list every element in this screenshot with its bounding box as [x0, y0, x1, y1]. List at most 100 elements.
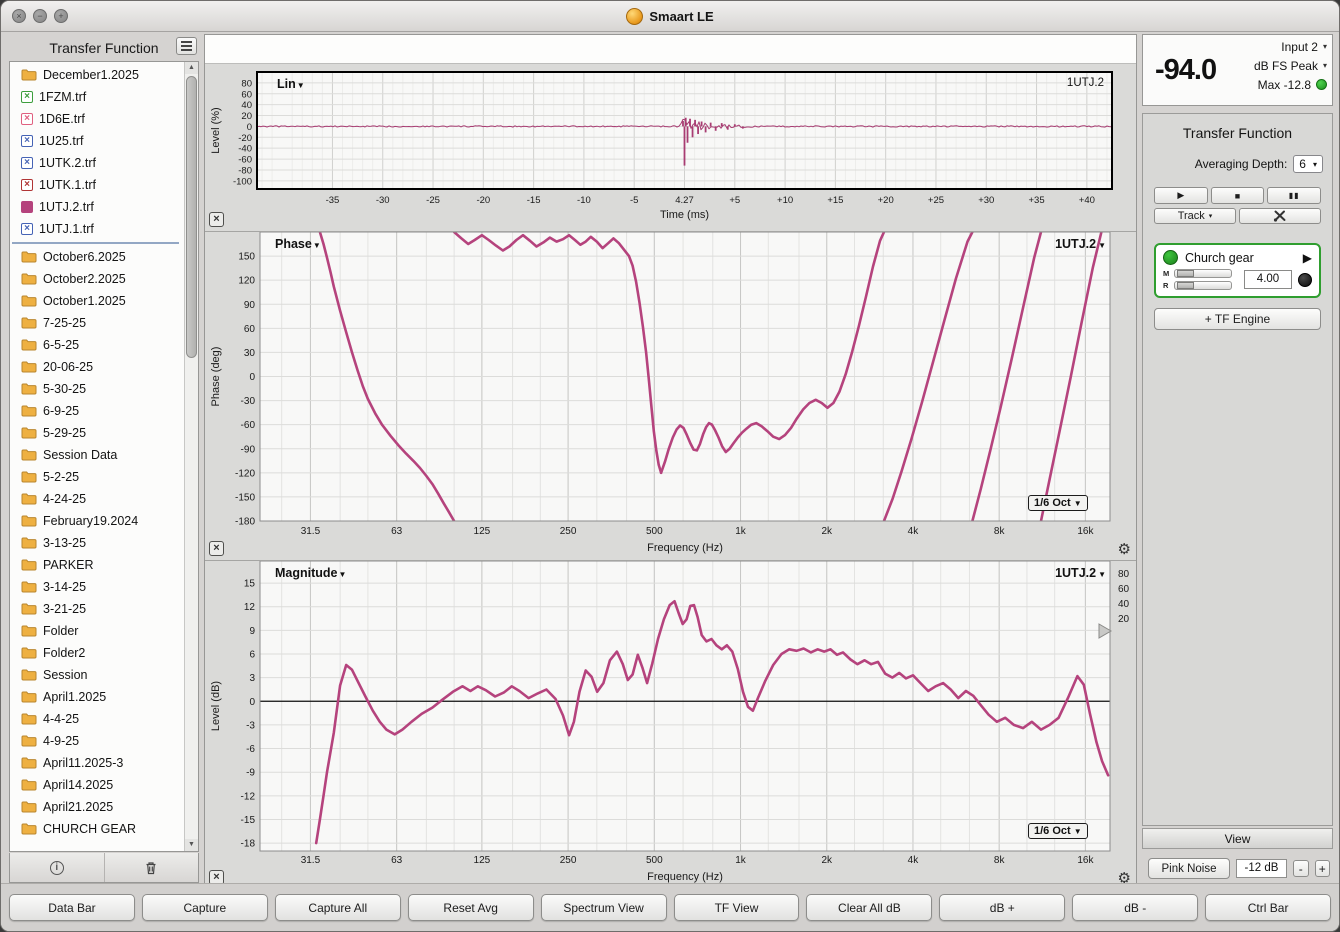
folder-item[interactable]: February19.2024 [10, 510, 183, 532]
toolbar-clear-all-db[interactable]: Clear All dB [806, 894, 932, 921]
folder-item[interactable]: October2.2025 [10, 268, 183, 290]
folder-item[interactable]: 4-9-25 [10, 730, 183, 752]
scroll-down-icon[interactable]: ▼ [185, 839, 198, 851]
level-increase-button[interactable]: + [1315, 860, 1331, 877]
impulse-type-menu[interactable]: Lin▼ [277, 77, 305, 91]
titlebar[interactable]: × − + Smaart LE [1, 1, 1339, 32]
list-item-label: 1UTJ.1.trf [39, 222, 94, 236]
folder-icon [21, 647, 37, 659]
file-item[interactable]: ×1UTK.2.trf [10, 152, 183, 174]
svg-text:+10: +10 [777, 195, 793, 206]
level-decrease-button[interactable]: - [1293, 860, 1309, 877]
pink-noise-button[interactable]: Pink Noise [1148, 858, 1230, 879]
folder-item[interactable]: Session Data [10, 444, 183, 466]
folder-item[interactable]: Folder2 [10, 642, 183, 664]
toolbar-capture[interactable]: Capture [142, 894, 268, 921]
folder-item[interactable]: PARKER [10, 554, 183, 576]
toolbar-tf-view[interactable]: TF View [674, 894, 800, 921]
folder-item[interactable]: CHURCH GEAR [10, 818, 183, 840]
tools-button[interactable] [1239, 208, 1321, 224]
file-item[interactable]: ×1UTK.1.trf [10, 174, 183, 196]
info-button[interactable]: i [10, 853, 104, 882]
slider-thumb[interactable] [1177, 282, 1194, 289]
phase-type-menu[interactable]: Phase▼ [275, 237, 321, 251]
folder-item[interactable]: 5-30-25 [10, 378, 183, 400]
folder-item[interactable]: Session [10, 664, 183, 686]
folder-item[interactable]: Folder [10, 620, 183, 642]
toolbar-data-bar[interactable]: Data Bar [9, 894, 135, 921]
file-item[interactable]: ×1D6E.trf [10, 108, 183, 130]
add-tf-engine-button[interactable]: + TF Engine [1154, 308, 1321, 330]
folder-item[interactable]: 3-21-25 [10, 598, 183, 620]
folder-icon [21, 735, 37, 747]
folder-item[interactable]: 5-29-25 [10, 422, 183, 444]
averaging-depth-select[interactable]: 6▾ [1293, 155, 1323, 173]
engine-play-button[interactable]: ▶ [1303, 251, 1312, 265]
phase-smoothing-menu[interactable]: 1/6 Oct▼ [1028, 495, 1088, 511]
magnitude-chart[interactable]: 31.5631252505001k2k4k8k16k15129630-3-6-9… [205, 561, 1138, 888]
engine-delay-input[interactable]: 4.00 [1244, 270, 1292, 289]
folder-item[interactable]: April11.2025-3 [10, 752, 183, 774]
file-list-menu-button[interactable] [176, 37, 197, 55]
toolbar-spectrum-view[interactable]: Spectrum View [541, 894, 667, 921]
folder-item[interactable]: 5-2-25 [10, 466, 183, 488]
list-menu-icon [181, 45, 192, 47]
file-list-scrollbar[interactable]: ▲ ▼ [184, 62, 198, 851]
reference-slider[interactable] [1174, 281, 1232, 290]
toolbar-db-[interactable]: dB + [939, 894, 1065, 921]
toolbar-db-[interactable]: dB - [1072, 894, 1198, 921]
folder-item[interactable]: 20-06-25 [10, 356, 183, 378]
list-item-label: 1FZM.trf [39, 90, 86, 104]
folder-item[interactable]: 4-24-25 [10, 488, 183, 510]
file-item[interactable]: ×1FZM.trf [10, 86, 183, 108]
engine-mute-button[interactable] [1298, 273, 1312, 287]
meter-scale-select[interactable]: dB FS Peak▾ [1254, 58, 1327, 73]
file-item[interactable]: ×1UTJ.1.trf [10, 218, 183, 240]
tf-engine-card[interactable]: Church gear ▶ M R 4.00 [1154, 243, 1321, 298]
delete-button[interactable] [105, 853, 199, 882]
svg-text:-12: -12 [241, 791, 256, 802]
folder-item[interactable]: April14.2025 [10, 774, 183, 796]
folder-item[interactable]: 3-14-25 [10, 576, 183, 598]
toolbar-reset-avg[interactable]: Reset Avg [408, 894, 534, 921]
pause-button[interactable]: ▮▮ [1267, 187, 1321, 204]
folder-item[interactable]: April1.2025 [10, 686, 183, 708]
file-item[interactable]: ×1U25.trf [10, 130, 183, 152]
close-phase-button[interactable]: × [209, 541, 224, 556]
folder-icon [21, 471, 37, 483]
svg-text:+35: +35 [1028, 195, 1044, 206]
phase-chart[interactable]: 31.5631252505001k2k4k8k16k1501209060300-… [205, 232, 1138, 559]
folder-item[interactable]: 3-13-25 [10, 532, 183, 554]
phase-trace-menu[interactable]: 1UTJ.2▼ [1055, 237, 1106, 251]
bottom-toolbar: Data Bar Capture Capture All Reset Avg Spect… [1, 883, 1339, 931]
track-button[interactable]: Track▾ [1154, 208, 1236, 224]
level-slider-handle[interactable] [1098, 623, 1112, 639]
folder-item[interactable]: 6-5-25 [10, 334, 183, 356]
file-item[interactable]: 1UTJ.2.trf [10, 196, 183, 218]
folder-item[interactable]: 4-4-25 [10, 708, 183, 730]
toolbar-ctrl-bar[interactable]: Ctrl Bar [1205, 894, 1331, 921]
play-button[interactable]: ▶ [1154, 187, 1208, 204]
input-select[interactable]: Input 2▾ [1254, 39, 1327, 54]
measurement-slider[interactable] [1174, 269, 1232, 278]
view-bar[interactable]: View [1142, 828, 1333, 849]
scrollbar-thumb[interactable] [186, 76, 197, 358]
magnitude-type-menu[interactable]: Magnitude▼ [275, 566, 346, 580]
close-impulse-button[interactable]: × [209, 212, 224, 227]
svg-text:4k: 4k [908, 855, 920, 866]
file-list[interactable]: December1.2025×1FZM.trf×1D6E.trf×1U25.tr… [9, 61, 199, 852]
impulse-chart[interactable]: -35-30-25-20-15-10-54.27+5+10+15+20+25+3… [205, 64, 1138, 230]
phase-settings-gear-icon[interactable]: ⚙ [1118, 541, 1131, 559]
scroll-up-icon[interactable]: ▲ [185, 62, 198, 74]
slider-thumb[interactable] [1177, 270, 1194, 277]
toolbar-capture-all[interactable]: Capture All [275, 894, 401, 921]
stop-button[interactable]: ■ [1211, 187, 1265, 204]
folder-item[interactable]: December1.2025 [10, 64, 183, 86]
folder-item[interactable]: 7-25-25 [10, 312, 183, 334]
magnitude-trace-menu[interactable]: 1UTJ.2▼ [1055, 566, 1106, 580]
magnitude-smoothing-menu[interactable]: 1/6 Oct▼ [1028, 823, 1088, 839]
folder-item[interactable]: October1.2025 [10, 290, 183, 312]
folder-item[interactable]: April21.2025 [10, 796, 183, 818]
folder-item[interactable]: October6.2025 [10, 246, 183, 268]
folder-item[interactable]: 6-9-25 [10, 400, 183, 422]
